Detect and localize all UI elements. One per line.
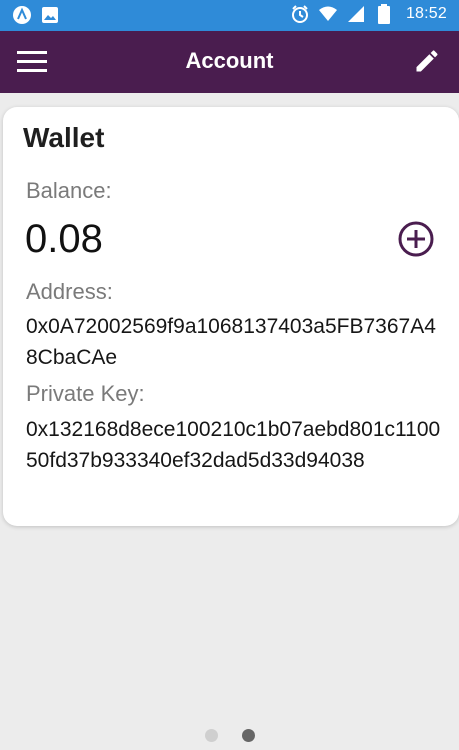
- wifi-icon: [318, 4, 338, 24]
- page-indicator: [0, 729, 459, 742]
- battery-icon: [374, 4, 394, 24]
- status-bar: 18:52: [0, 0, 459, 31]
- balance-value: 0.08: [25, 217, 103, 261]
- private-key-label: Private Key:: [26, 381, 145, 406]
- signal-icon: [346, 4, 366, 24]
- card-title: Wallet: [23, 122, 105, 153]
- app-bar: Account: [0, 31, 459, 93]
- plus-circle-icon: [398, 221, 434, 257]
- balance-label: Balance:: [26, 178, 112, 203]
- page-title: Account: [185, 48, 274, 73]
- status-time: 18:52: [405, 5, 447, 22]
- image-icon: [40, 5, 60, 25]
- add-funds-button[interactable]: [397, 220, 435, 258]
- pencil-edit-icon: [416, 50, 438, 72]
- address-label: Address:: [26, 279, 113, 304]
- page-dot-active[interactable]: [241, 729, 255, 742]
- status-right-icons: 18:52: [290, 4, 447, 24]
- address-value: 0x0A72002569f9a1068137403a5FB7367A48CbaC…: [26, 315, 436, 369]
- app-a-icon: [12, 5, 32, 25]
- status-left-icons: [12, 5, 60, 25]
- wallet-card: Wallet Balance: 0.08 Address: 0x0A720025…: [3, 107, 459, 526]
- edit-button[interactable]: [411, 45, 443, 77]
- private-key-value: 0x132168d8ece100210c1b07aebd801c110050fd…: [26, 418, 441, 472]
- alarm-icon: [290, 4, 310, 24]
- page-dot[interactable]: [204, 729, 218, 742]
